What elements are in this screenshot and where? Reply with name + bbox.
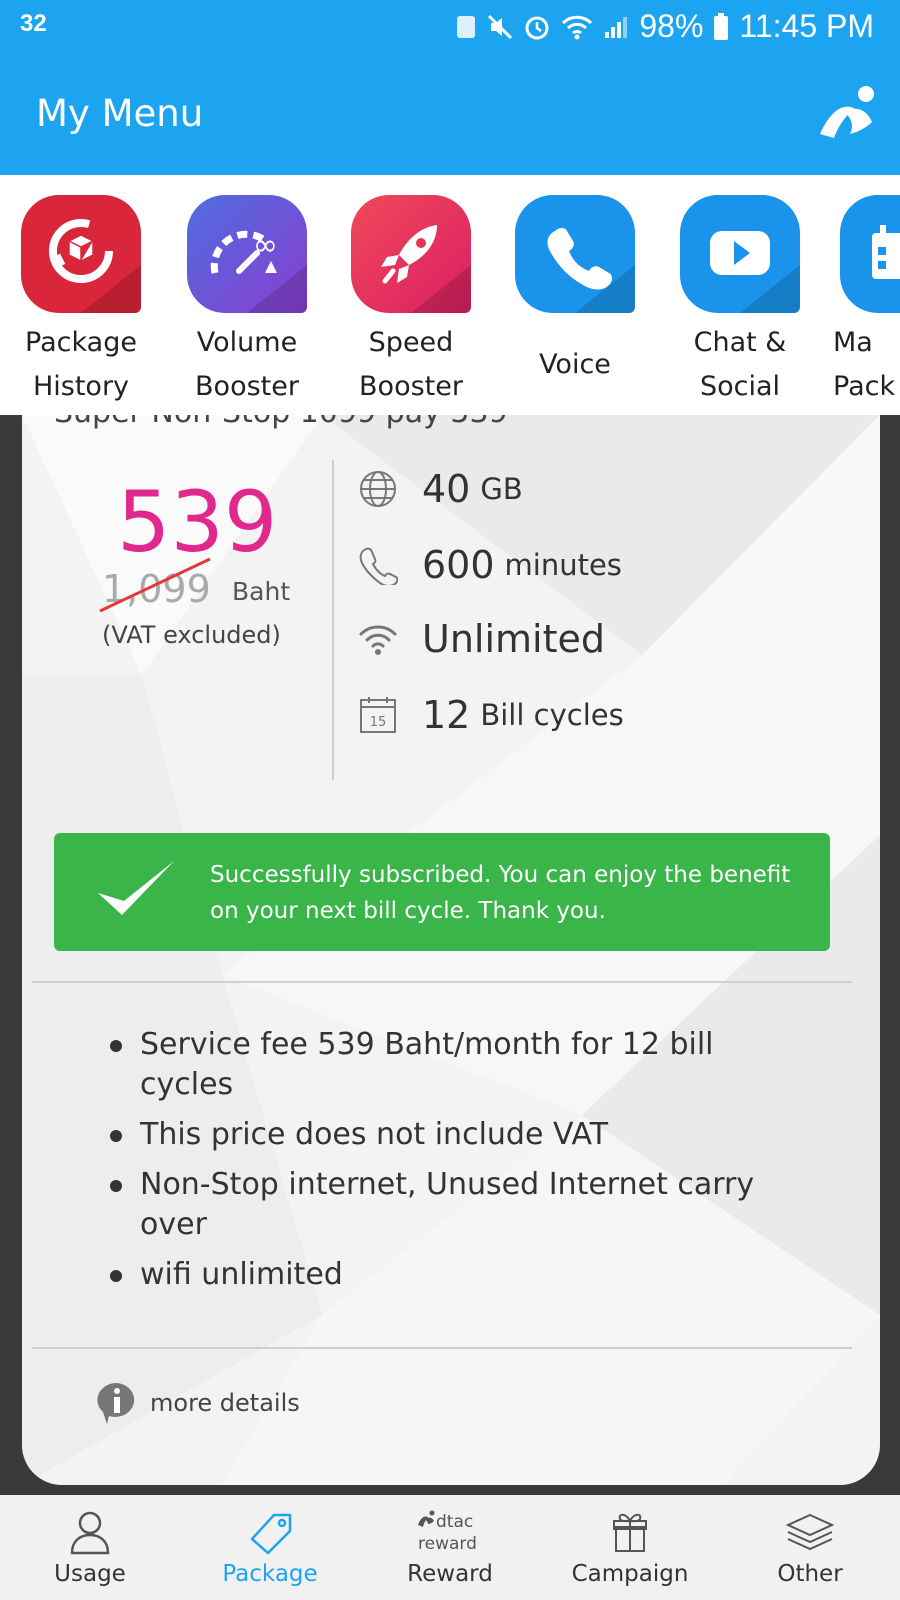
section-divider bbox=[32, 1347, 852, 1349]
feature-value: Unlimited bbox=[422, 617, 605, 661]
vat-note: (VAT excluded) bbox=[102, 621, 281, 649]
clock: 11:45 PM bbox=[739, 8, 874, 44]
calendar-icon bbox=[840, 195, 900, 313]
nav-label: Reward bbox=[407, 1561, 493, 1587]
menu-item-chat-social[interactable]: Chat & Social bbox=[665, 195, 815, 409]
list-item: This price does not include VAT bbox=[108, 1115, 788, 1155]
menu-item-label: Voice bbox=[539, 349, 611, 380]
currency-label: Baht bbox=[232, 577, 291, 606]
feature-bill-cycles: 15 12 Bill cycles bbox=[358, 693, 624, 737]
menu-item-label: Ma Pack bbox=[833, 327, 896, 402]
package-card: Super Non-Stop 1099 pay 539 539 1,099 Ba… bbox=[22, 415, 880, 1485]
menu-item-speed-booster[interactable]: Speed Booster bbox=[336, 195, 486, 409]
gift-icon bbox=[613, 1513, 647, 1552]
dtac-logo-icon[interactable] bbox=[814, 82, 880, 142]
feature-wifi: Unlimited bbox=[358, 617, 605, 661]
wifi-icon bbox=[359, 625, 397, 655]
calendar-day: 15 bbox=[370, 715, 387, 730]
app-header: 32 98% 11:45 PM My Menu bbox=[0, 0, 900, 175]
nav-package[interactable]: Package bbox=[180, 1495, 360, 1600]
nav-campaign[interactable]: Campaign bbox=[540, 1495, 720, 1600]
dtac-reward-icon: dtac reward bbox=[418, 1510, 477, 1554]
package-details-list: Service fee 539 Baht/month for 12 bill c… bbox=[108, 1025, 788, 1305]
list-item: Service fee 539 Baht/month for 12 bill c… bbox=[108, 1025, 788, 1105]
more-details-label: more details bbox=[150, 1389, 300, 1417]
strikethrough-line bbox=[99, 557, 211, 613]
nav-reward[interactable]: dtac reward Reward bbox=[360, 1495, 540, 1600]
nav-label: Usage bbox=[54, 1561, 126, 1587]
play-icon bbox=[680, 195, 800, 313]
vertical-divider bbox=[332, 460, 334, 780]
nav-label: Campaign bbox=[571, 1561, 689, 1587]
nav-usage[interactable]: Usage bbox=[0, 1495, 180, 1600]
volume-booster-icon: ∞ bbox=[187, 195, 307, 313]
calendar-icon: 15 bbox=[360, 697, 396, 733]
notification-count: 32 bbox=[20, 10, 47, 37]
alarm-icon bbox=[525, 16, 549, 39]
layers-icon bbox=[785, 1513, 835, 1551]
menu-item-package-history[interactable]: Package History bbox=[6, 195, 156, 409]
menu-item-main-package[interactable]: Ma Pack bbox=[825, 195, 900, 409]
list-item: Non-Stop internet, Unused Internet carry… bbox=[108, 1165, 788, 1245]
menu-item-volume-booster[interactable]: ∞ Volume Booster bbox=[172, 195, 322, 409]
success-message: Successfully subscribed. You can enjoy t… bbox=[210, 862, 791, 924]
feature-unit: Bill cycles bbox=[480, 698, 624, 732]
feature-value: 40 bbox=[422, 467, 471, 511]
feature-value: 12 bbox=[422, 693, 471, 737]
status-bar: 32 98% 11:45 PM bbox=[0, 0, 900, 52]
tag-icon bbox=[250, 1513, 292, 1555]
feature-voice: 600 minutes bbox=[358, 543, 622, 587]
menu-item-label: Chat & Social bbox=[693, 327, 787, 402]
sim-icon bbox=[457, 15, 476, 38]
mute-icon bbox=[488, 14, 513, 39]
rocket-icon bbox=[351, 195, 471, 313]
more-details-link[interactable]: more details bbox=[94, 1380, 300, 1426]
info-icon bbox=[97, 1382, 135, 1424]
signal-icon bbox=[605, 16, 628, 38]
menu-item-voice[interactable]: Voice bbox=[500, 195, 650, 387]
battery-percent: 98% bbox=[639, 8, 704, 44]
globe-icon bbox=[360, 471, 396, 507]
package-history-icon bbox=[21, 195, 141, 313]
menu-item-label: Package History bbox=[25, 327, 137, 402]
svg-text:∞: ∞ bbox=[253, 228, 278, 263]
package-title: Super Non-Stop 1099 pay 539 bbox=[54, 415, 508, 430]
feature-unit: minutes bbox=[504, 548, 622, 582]
menu-item-label: Speed Booster bbox=[359, 327, 463, 402]
svg-text:dtac: dtac bbox=[436, 1512, 473, 1532]
checkmark-icon bbox=[98, 861, 174, 915]
feature-value: 600 bbox=[422, 543, 495, 587]
user-icon bbox=[70, 1511, 110, 1555]
menu-item-label: Volume Booster bbox=[195, 327, 299, 402]
feature-unit: GB bbox=[480, 472, 523, 506]
battery-icon bbox=[714, 12, 729, 40]
phone-icon bbox=[359, 547, 398, 585]
success-banner: Successfully subscribed. You can enjoy t… bbox=[54, 833, 830, 951]
nav-label: Package bbox=[222, 1561, 318, 1587]
page-title: My Menu bbox=[36, 92, 204, 135]
svg-text:reward: reward bbox=[418, 1534, 477, 1554]
menu-strip[interactable]: Package History ∞ Volume Booster Speed B… bbox=[0, 175, 900, 415]
nav-other[interactable]: Other bbox=[720, 1495, 900, 1600]
phone-icon bbox=[515, 195, 635, 313]
list-item: wifi unlimited bbox=[108, 1255, 788, 1295]
feature-data: 40 GB bbox=[358, 467, 523, 511]
bottom-navigation: Usage Package dtac reward Reward Campaig… bbox=[0, 1495, 900, 1600]
wifi-status-icon bbox=[562, 15, 593, 39]
nav-label: Other bbox=[777, 1561, 843, 1587]
section-divider bbox=[32, 981, 852, 983]
status-icons: 98% 11:45 PM bbox=[455, 8, 874, 45]
